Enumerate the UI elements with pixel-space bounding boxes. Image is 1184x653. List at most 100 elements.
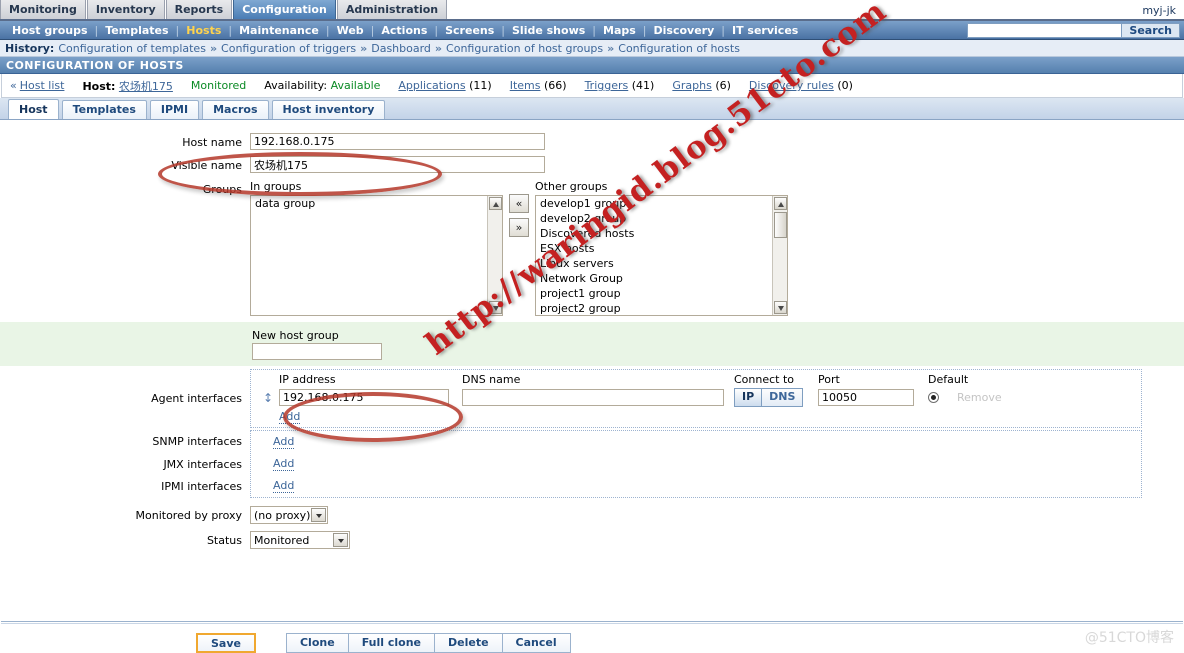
- subnav-item-it-services[interactable]: IT services: [725, 24, 805, 37]
- chevron-down-icon[interactable]: [333, 533, 348, 547]
- status-label: Status: [206, 534, 242, 547]
- list-item[interactable]: develop1 group: [536, 196, 787, 211]
- scroll-down-icon[interactable]: [774, 301, 787, 314]
- add-agent-interface-link[interactable]: Add: [279, 410, 301, 424]
- form-tabs: Host Templates IPMI Macros Host inventor…: [0, 98, 1184, 120]
- back-chevron-icon: «: [10, 79, 17, 92]
- other-groups-listbox[interactable]: develop1 group develop2 group Discovered…: [535, 195, 788, 316]
- field-row-host-name: Host name: [0, 133, 1184, 150]
- clone-button[interactable]: Clone: [285, 633, 348, 653]
- history-link-configuration-of-triggers[interactable]: Configuration of triggers: [221, 42, 356, 55]
- scroll-up-icon[interactable]: [489, 197, 502, 210]
- menu-item-reports[interactable]: Reports: [165, 0, 233, 19]
- subnav-item-maintenance[interactable]: Maintenance: [232, 24, 326, 37]
- history-link-configuration-of-hosts[interactable]: Configuration of hosts: [618, 42, 740, 55]
- nav-items: Items (66): [510, 79, 567, 92]
- list-item[interactable]: ESX hosts: [536, 241, 787, 256]
- subnav-item-host-groups[interactable]: Host groups: [5, 24, 95, 37]
- monitored-by-proxy-value: (no proxy): [254, 508, 311, 522]
- scrollbar-thumb[interactable]: [774, 212, 787, 238]
- scroll-up-icon[interactable]: [774, 197, 787, 210]
- new-host-group-input[interactable]: [252, 343, 382, 360]
- subnav-item-maps[interactable]: Maps: [596, 24, 643, 37]
- discovery-rules-link[interactable]: Discovery rules: [749, 79, 834, 92]
- full-clone-button[interactable]: Full clone: [347, 633, 434, 653]
- triggers-link[interactable]: Triggers: [585, 79, 629, 92]
- search-button[interactable]: Search: [1122, 23, 1180, 38]
- list-item[interactable]: project2 group: [536, 301, 787, 315]
- other-groups-scrollbar[interactable]: [772, 196, 787, 315]
- host-list-nav[interactable]: «Host list: [10, 79, 64, 92]
- save-button[interactable]: Save: [196, 633, 256, 653]
- visible-name-input[interactable]: [250, 156, 545, 173]
- list-item[interactable]: Linux servers: [536, 256, 787, 271]
- subnav-item-slide-shows[interactable]: Slide shows: [505, 24, 592, 37]
- history-link-dashboard[interactable]: Dashboard: [371, 42, 431, 55]
- subnav-item-screens[interactable]: Screens: [438, 24, 501, 37]
- tab-ipmi[interactable]: IPMI: [149, 100, 200, 119]
- add-ipmi-interface-link[interactable]: Add: [273, 479, 295, 493]
- triggers-count: (41): [631, 79, 655, 92]
- host-name-input[interactable]: [250, 133, 545, 150]
- port-input[interactable]: [818, 389, 914, 406]
- status-select[interactable]: Monitored: [250, 531, 350, 549]
- form-action-buttons: Save Clone Full clone Delete Cancel: [0, 624, 1184, 653]
- cancel-button[interactable]: Cancel: [501, 633, 571, 653]
- host-name-link[interactable]: 农场机175: [119, 80, 173, 93]
- tab-macros[interactable]: Macros: [202, 100, 269, 119]
- tab-templates[interactable]: Templates: [61, 100, 147, 119]
- in-groups-listbox[interactable]: data group: [250, 195, 503, 316]
- connect-to-dns-button[interactable]: DNS: [762, 389, 803, 406]
- subnav-item-actions[interactable]: Actions: [374, 24, 434, 37]
- connect-to-ip-button[interactable]: IP: [735, 389, 763, 406]
- tab-host[interactable]: Host: [8, 99, 59, 119]
- host-list-link[interactable]: Host list: [20, 79, 65, 92]
- subnav-item-templates[interactable]: Templates: [98, 24, 175, 37]
- ip-address-input[interactable]: [279, 389, 449, 406]
- dns-name-input[interactable]: [462, 389, 724, 406]
- field-row-groups: Groups In groups data group « » Other gr…: [0, 180, 1184, 316]
- list-item[interactable]: project1 group: [536, 286, 787, 301]
- delete-button[interactable]: Delete: [434, 633, 502, 653]
- field-row-status: Status Monitored: [0, 531, 1184, 549]
- subnav-item-hosts[interactable]: Hosts: [179, 24, 228, 37]
- subnav-item-discovery[interactable]: Discovery: [647, 24, 722, 37]
- remove-interface-link[interactable]: Remove: [957, 391, 1002, 404]
- list-item[interactable]: develop2 group: [536, 211, 787, 226]
- in-groups-column: In groups data group: [250, 180, 503, 316]
- ip-address-header: IP address: [279, 373, 336, 386]
- applications-link[interactable]: Applications: [398, 79, 465, 92]
- menu-item-administration[interactable]: Administration: [336, 0, 448, 19]
- menu-item-monitoring[interactable]: Monitoring: [0, 0, 86, 19]
- menu-item-inventory[interactable]: Inventory: [86, 0, 165, 19]
- drag-handle-icon[interactable]: ↕: [257, 391, 279, 405]
- graphs-link[interactable]: Graphs: [672, 79, 711, 92]
- global-search: Search: [967, 23, 1180, 38]
- monitored-by-proxy-select[interactable]: (no proxy): [250, 506, 328, 524]
- default-interface-radio[interactable]: [928, 392, 939, 403]
- move-to-other-groups-button[interactable]: »: [509, 218, 529, 237]
- add-jmx-interface-link[interactable]: Add: [273, 457, 295, 471]
- list-item[interactable]: data group: [251, 196, 502, 211]
- items-link[interactable]: Items: [510, 79, 541, 92]
- in-groups-scrollbar[interactable]: [487, 196, 502, 315]
- current-user-label: myj-jk: [1142, 4, 1176, 17]
- history-link-configuration-of-templates[interactable]: Configuration of templates: [58, 42, 206, 55]
- scroll-down-icon[interactable]: [489, 301, 502, 314]
- list-item[interactable]: Discovered hosts: [536, 226, 787, 241]
- subnav-item-web[interactable]: Web: [330, 24, 371, 37]
- tab-host-inventory[interactable]: Host inventory: [271, 100, 386, 119]
- chevron-down-icon[interactable]: [311, 508, 326, 522]
- menu-item-configuration[interactable]: Configuration: [233, 0, 336, 19]
- page-title: CONFIGURATION OF HOSTS: [0, 57, 1184, 74]
- connect-to-header: Connect to: [734, 373, 795, 386]
- history-link-configuration-of-host-groups[interactable]: Configuration of host groups: [446, 42, 603, 55]
- new-host-group-band: New host group: [0, 322, 1184, 366]
- field-row-new-host-group: New host group: [0, 326, 1184, 342]
- move-to-in-groups-button[interactable]: «: [509, 194, 529, 213]
- agent-interfaces-label: Agent interfaces: [151, 392, 242, 405]
- host-name-label: Host name: [182, 136, 242, 149]
- add-snmp-interface-link[interactable]: Add: [273, 435, 295, 449]
- search-input[interactable]: [967, 23, 1123, 38]
- list-item[interactable]: Network Group: [536, 271, 787, 286]
